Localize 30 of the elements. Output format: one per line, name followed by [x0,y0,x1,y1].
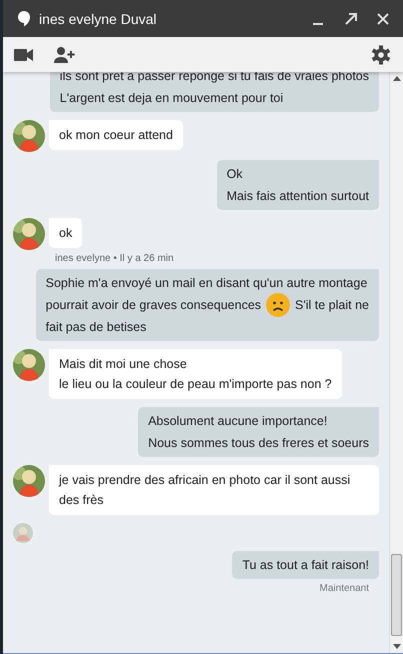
settings-icon[interactable] [371,44,391,64]
video-camera-icon[interactable] [14,48,34,62]
received-message: Mais dit moi une chose le lieu ou la couleur de peau m'importe pas non ? [49,349,342,399]
avatar [13,349,45,381]
avatar [13,218,45,250]
sent-message: Absolument aucune importance! Nous sommes tous des freres et soeurs [138,407,379,457]
scroll-up-arrow-icon[interactable] [392,76,400,81]
message-text: fait pas de betises [46,319,146,336]
message-text: Sophie m'a envoyé un mail en disant qu'un autre montage [46,275,368,292]
scroll-thumb[interactable] [391,554,402,636]
received-message: ok mon coeur attend [49,120,183,150]
avatar [13,120,45,152]
avatar [13,465,45,497]
scrollbar[interactable] [389,72,403,653]
chat-bubble-icon [17,10,31,27]
message-text: S'il te plait ne [295,297,369,314]
message-text: pourrait avoir de graves consequences [46,297,262,314]
received-message: je vais prendre des africain en photo car il sont aussi des frès [49,465,379,515]
seen-avatar [13,523,33,543]
scroll-down-arrow-icon[interactable] [392,644,400,649]
sender-timestamp: ines evelyne • Il y a 26 min [55,253,175,264]
window-title: ines evelyne Duval [39,10,157,26]
received-message: ok [49,218,82,248]
sent-message: Ok Mais fais attention surtout [216,160,379,210]
close-button[interactable] [375,10,391,26]
sent-message: Tu as tout a fait raison! [232,551,379,579]
message-timestamp: Maintenant [318,583,369,594]
add-person-icon[interactable] [54,46,76,62]
sad-face-icon [266,293,290,317]
pop-out-button[interactable] [343,10,359,26]
